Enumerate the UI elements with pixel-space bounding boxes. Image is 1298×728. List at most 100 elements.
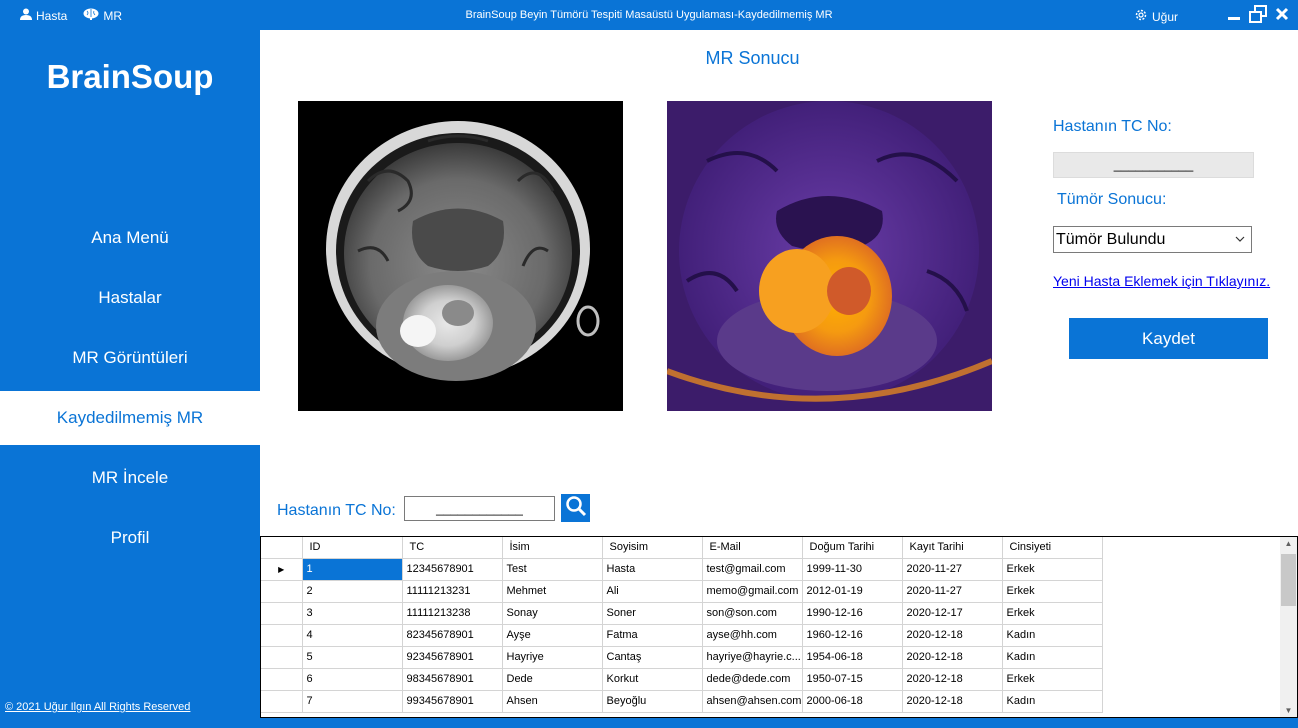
table-cell[interactable]: 1954-06-18 bbox=[802, 646, 903, 669]
table-cell[interactable]: 5 bbox=[302, 646, 403, 669]
table-cell[interactable]: Erkek bbox=[1002, 602, 1103, 625]
table-cell[interactable]: 2020-12-18 bbox=[902, 624, 1003, 647]
scroll-up-icon[interactable]: ▲ bbox=[1280, 539, 1297, 548]
table-cell[interactable]: Fatma bbox=[602, 624, 703, 647]
table-cell[interactable]: 82345678901 bbox=[402, 624, 503, 647]
table-cell[interactable]: ayse@hh.com bbox=[702, 624, 803, 647]
table-cell[interactable]: 11111213238 bbox=[402, 602, 503, 625]
tc-field[interactable]: ___________ bbox=[1053, 152, 1254, 178]
table-cell[interactable]: 2020-12-18 bbox=[902, 668, 1003, 691]
scrollbar-thumb[interactable] bbox=[1281, 554, 1296, 606]
table-cell[interactable]: 98345678901 bbox=[402, 668, 503, 691]
tumor-result-select[interactable]: Tümör Bulundu bbox=[1053, 226, 1252, 253]
table-cell[interactable]: 2000-06-18 bbox=[802, 690, 903, 713]
row-selector-icon[interactable]: ▶ bbox=[261, 558, 303, 581]
column-header-tc[interactable]: TC bbox=[402, 537, 503, 559]
restore-icon[interactable] bbox=[1248, 4, 1268, 29]
table-cell[interactable]: Kadın bbox=[1002, 624, 1103, 647]
table-cell[interactable]: 1 bbox=[302, 558, 403, 581]
table-cell[interactable]: 4 bbox=[302, 624, 403, 647]
table-cell[interactable]: 2 bbox=[302, 580, 403, 603]
table-cell[interactable]: Sonay bbox=[502, 602, 603, 625]
table-row[interactable]: 5 92345678901 Hayriye Cantaş hayriye@hay… bbox=[261, 646, 1103, 669]
table-cell[interactable]: dede@dede.com bbox=[702, 668, 803, 691]
patients-table[interactable]: ID TC İsim Soyisim E-Mail Doğum Tarihi K… bbox=[260, 536, 1298, 718]
table-cell[interactable]: 99345678901 bbox=[402, 690, 503, 713]
table-cell[interactable]: 12345678901 bbox=[402, 558, 503, 581]
table-cell[interactable]: Ayşe bbox=[502, 624, 603, 647]
table-cell[interactable]: 1990-12-16 bbox=[802, 602, 903, 625]
column-header-id[interactable]: ID bbox=[302, 537, 403, 559]
column-header-isim[interactable]: İsim bbox=[502, 537, 603, 559]
table-cell[interactable]: hayriye@hayrie.c... bbox=[702, 646, 803, 669]
column-header-kayit-tarihi[interactable]: Kayıt Tarihi bbox=[902, 537, 1003, 559]
table-cell[interactable]: Korkut bbox=[602, 668, 703, 691]
row-header[interactable] bbox=[261, 668, 303, 691]
table-cell[interactable]: ahsen@ahsen.com bbox=[702, 690, 803, 713]
table-cell[interactable]: Hayriye bbox=[502, 646, 603, 669]
search-input[interactable]: ____________ bbox=[404, 496, 555, 521]
table-cell[interactable]: son@son.com bbox=[702, 602, 803, 625]
sidebar-item-profil[interactable]: Profil bbox=[0, 511, 260, 565]
table-cell[interactable]: Ali bbox=[602, 580, 703, 603]
column-header-soyisim[interactable]: Soyisim bbox=[602, 537, 703, 559]
table-cell[interactable]: 1999-11-30 bbox=[802, 558, 903, 581]
table-cell[interactable]: Erkek bbox=[1002, 668, 1103, 691]
copyright-link[interactable]: © 2021 Uğur Ilgın All Rights Reserved bbox=[5, 701, 190, 713]
row-header[interactable] bbox=[261, 646, 303, 669]
save-button[interactable]: Kaydet bbox=[1069, 318, 1268, 359]
sidebar-item-hastalar[interactable]: Hastalar bbox=[0, 271, 260, 325]
sidebar-item-kaydedilmemis-mr[interactable]: Kaydedilmemiş MR bbox=[0, 391, 260, 445]
row-header[interactable] bbox=[261, 602, 303, 625]
table-cell[interactable]: Kadın bbox=[1002, 646, 1103, 669]
table-cell[interactable]: Test bbox=[502, 558, 603, 581]
table-cell[interactable]: Dede bbox=[502, 668, 603, 691]
table-cell[interactable]: memo@gmail.com bbox=[702, 580, 803, 603]
table-cell[interactable]: Mehmet bbox=[502, 580, 603, 603]
table-cell[interactable]: 7 bbox=[302, 690, 403, 713]
row-header[interactable] bbox=[261, 690, 303, 713]
table-row[interactable]: 4 82345678901 Ayşe Fatma ayse@hh.com 196… bbox=[261, 624, 1103, 647]
table-cell[interactable]: 2020-12-18 bbox=[902, 646, 1003, 669]
table-cell[interactable]: 92345678901 bbox=[402, 646, 503, 669]
table-cell[interactable]: 1960-12-16 bbox=[802, 624, 903, 647]
column-header-dogum-tarihi[interactable]: Doğum Tarihi bbox=[802, 537, 903, 559]
table-cell[interactable]: Beyoğlu bbox=[602, 690, 703, 713]
table-row[interactable]: 2 11111213231 Mehmet Ali memo@gmail.com … bbox=[261, 580, 1103, 603]
close-icon[interactable] bbox=[1274, 6, 1290, 27]
table-row[interactable]: ▶ 1 12345678901 Test Hasta test@gmail.co… bbox=[261, 558, 1103, 581]
sidebar-item-mr-goruntuleri[interactable]: MR Görüntüleri bbox=[0, 331, 260, 385]
table-cell[interactable]: test@gmail.com bbox=[702, 558, 803, 581]
row-header[interactable] bbox=[261, 580, 303, 603]
table-row[interactable]: 6 98345678901 Dede Korkut dede@dede.com … bbox=[261, 668, 1103, 691]
new-patient-link[interactable]: Yeni Hasta Eklemek için Tıklayınız. bbox=[1053, 273, 1270, 289]
column-header-cinsiyeti[interactable]: Cinsiyeti bbox=[1002, 537, 1103, 559]
table-cell[interactable]: 2012-01-19 bbox=[802, 580, 903, 603]
table-cell[interactable]: Hasta bbox=[602, 558, 703, 581]
search-button[interactable] bbox=[561, 494, 590, 522]
user-menu[interactable]: Uğur bbox=[1134, 8, 1178, 25]
minimize-icon[interactable] bbox=[1226, 6, 1242, 27]
sidebar-item-mr-incele[interactable]: MR İncele bbox=[0, 451, 260, 505]
table-cell[interactable]: 2020-11-27 bbox=[902, 558, 1003, 581]
table-cell[interactable]: Erkek bbox=[1002, 558, 1103, 581]
vertical-scrollbar[interactable]: ▲ ▼ bbox=[1280, 537, 1297, 717]
table-cell[interactable]: 2020-11-27 bbox=[902, 580, 1003, 603]
table-row[interactable]: 3 11111213238 Sonay Soner son@son.com 19… bbox=[261, 602, 1103, 625]
table-cell[interactable]: 2020-12-17 bbox=[902, 602, 1003, 625]
table-cell[interactable]: 3 bbox=[302, 602, 403, 625]
table-row[interactable]: 7 99345678901 Ahsen Beyoğlu ahsen@ahsen.… bbox=[261, 690, 1103, 713]
column-header-email[interactable]: E-Mail bbox=[702, 537, 803, 559]
table-cell[interactable]: Kadın bbox=[1002, 690, 1103, 713]
table-cell[interactable]: Cantaş bbox=[602, 646, 703, 669]
table-cell[interactable]: Soner bbox=[602, 602, 703, 625]
table-cell[interactable]: Erkek bbox=[1002, 580, 1103, 603]
sidebar-item-ana-menu[interactable]: Ana Menü bbox=[0, 211, 260, 265]
table-cell[interactable]: 2020-12-18 bbox=[902, 690, 1003, 713]
scroll-down-icon[interactable]: ▼ bbox=[1280, 706, 1297, 715]
table-cell[interactable]: Ahsen bbox=[502, 690, 603, 713]
table-cell[interactable]: 6 bbox=[302, 668, 403, 691]
table-cell[interactable]: 11111213231 bbox=[402, 580, 503, 603]
row-header[interactable] bbox=[261, 624, 303, 647]
table-cell[interactable]: 1950-07-15 bbox=[802, 668, 903, 691]
